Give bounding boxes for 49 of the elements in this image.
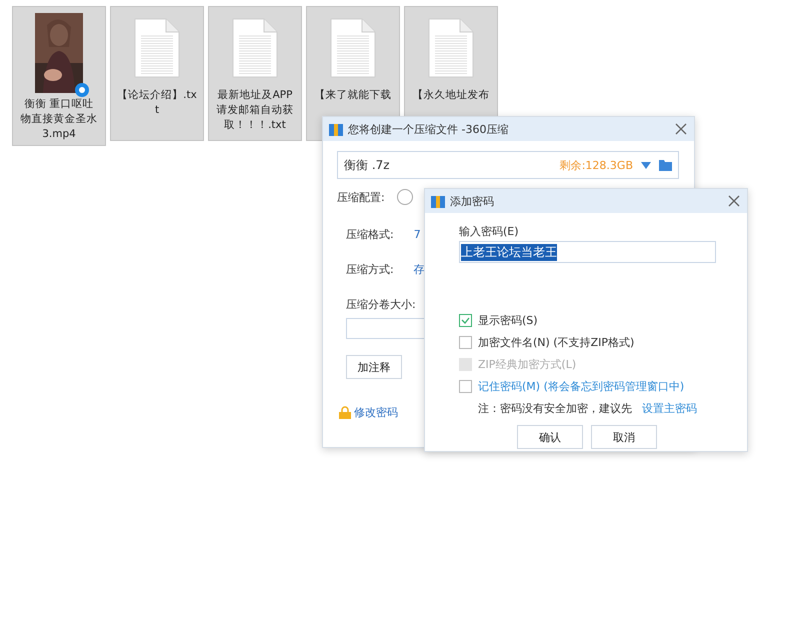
note-text: 注：密码没有安全加密，建议先	[478, 401, 632, 416]
document-icon	[232, 18, 278, 78]
close-button[interactable]	[674, 122, 688, 136]
close-icon	[674, 122, 688, 136]
checkbox-label: ZIP经典加密方式(L)	[478, 357, 576, 372]
password-field[interactable]: 上老王论坛当老王	[459, 241, 716, 263]
checkbox-label: 加密文件名(N) (不支持ZIP格式)	[478, 335, 634, 350]
dropdown-icon[interactable]	[641, 162, 651, 168]
close-button[interactable]	[727, 194, 741, 208]
split-size-label: 压缩分卷大小:	[346, 297, 417, 312]
file-item[interactable]: 最新地址及APP请发邮箱自动获取！！！.txt	[208, 6, 302, 141]
archive-icon	[329, 122, 343, 136]
document-icon	[134, 18, 180, 78]
setting-label: 压缩方式:	[346, 262, 394, 277]
file-item[interactable]: 【论坛介绍】.txt	[110, 6, 204, 141]
file-name: 【来了就能下载	[314, 88, 392, 103]
free-space-text: 剩余:128.3GB	[560, 158, 633, 172]
document-icon	[330, 18, 376, 78]
setting-value[interactable]: 存	[414, 262, 425, 277]
file-name: 【论坛介绍】.txt	[117, 88, 197, 118]
config-label: 压缩配置:	[337, 190, 385, 204]
close-icon	[727, 194, 741, 208]
radio-button[interactable]	[396, 189, 413, 205]
change-password-link[interactable]: 修改密码	[354, 405, 398, 420]
filename-text: 衡衡 .7z	[344, 156, 391, 174]
cancel-button[interactable]: 取消	[591, 425, 657, 449]
master-password-link[interactable]: 设置主密码	[642, 401, 697, 416]
checkbox-label: 显示密码(S)	[478, 313, 538, 328]
file-name: 衡衡 重口呕吐物直接黄金圣水3.mp4	[20, 97, 98, 142]
checkbox[interactable]	[459, 336, 472, 349]
comment-button[interactable]: 加注释	[346, 355, 402, 379]
filename-field[interactable]: 衡衡 .7z 剩余:128.3GB	[337, 151, 679, 179]
lock-icon	[339, 406, 351, 419]
setting-label: 压缩格式:	[346, 227, 394, 242]
checkbox[interactable]	[459, 314, 472, 327]
window-title: 添加密码	[450, 194, 495, 208]
setting-value[interactable]: 7	[414, 228, 421, 241]
password-label: 输入密码(E)	[459, 225, 519, 238]
file-item[interactable]: 衡衡 重口呕吐物直接黄金圣水3.mp4	[12, 6, 106, 146]
confirm-button[interactable]: 确认	[517, 425, 583, 449]
video-badge-icon	[75, 83, 89, 97]
archive-icon	[431, 194, 445, 208]
document-icon	[428, 18, 474, 78]
file-name: 最新地址及APP请发邮箱自动获取！！！.txt	[216, 88, 294, 133]
password-value: 上老王论坛当老王	[461, 244, 557, 260]
folder-icon[interactable]	[659, 160, 672, 170]
remember-password-link[interactable]: 记住密码(M) (将会备忘到密码管理窗口中)	[478, 379, 684, 394]
checkbox[interactable]	[459, 380, 472, 393]
file-name: 【永久地址发布	[412, 88, 490, 103]
